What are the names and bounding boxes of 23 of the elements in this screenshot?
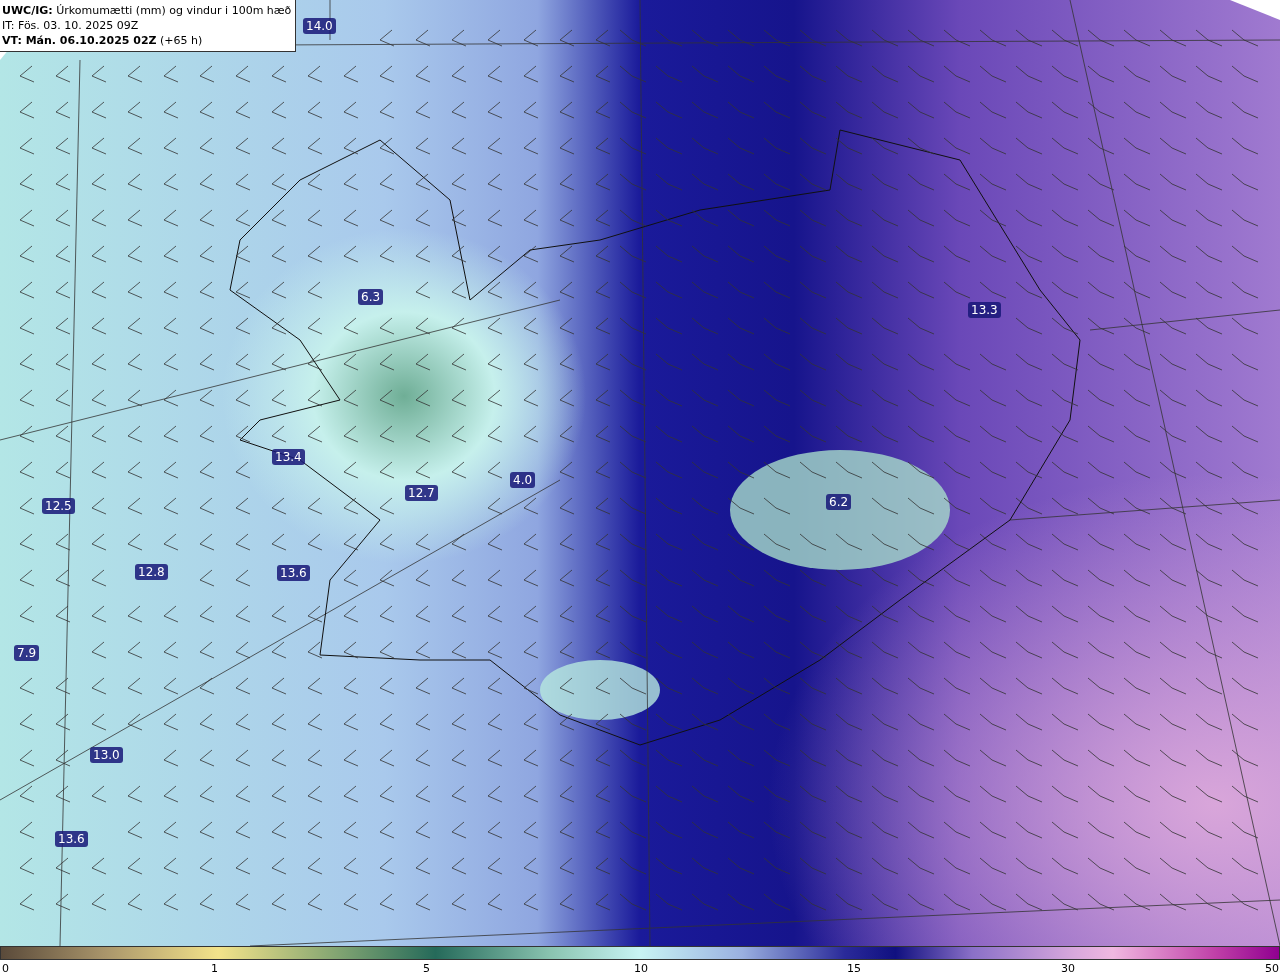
value-label: 12.7 <box>405 485 438 501</box>
scale-tick-label: 1 <box>211 962 218 975</box>
value-label: 13.0 <box>90 747 123 763</box>
scale-tick-label: 5 <box>423 962 430 975</box>
value-label: 14.0 <box>303 18 336 34</box>
value-label: 4.0 <box>510 472 536 488</box>
value-label: 12.5 <box>42 498 75 514</box>
scale-tick-label: 10 <box>634 962 648 975</box>
scale-tick-label: 50 <box>1265 962 1279 975</box>
valid-time: VT: Mán. 06.10.2025 02Z (+65 h) <box>2 33 204 48</box>
value-label: 12.8 <box>135 564 168 580</box>
value-label: 13.6 <box>55 831 88 847</box>
scale-tick-label: 0 <box>2 962 9 975</box>
value-label: 6.2 <box>826 494 852 510</box>
map-title: UWC/IG: Úrkomumætti (mm) og vindur i 100m hæð <box>2 3 292 18</box>
scale-tick-label: 15 <box>847 962 861 975</box>
value-label: 13.6 <box>277 565 310 581</box>
issue-time: IT: Fös. 03. 10. 2025 09Z <box>2 18 140 33</box>
value-label: 7.9 <box>14 645 40 661</box>
scale-tick-label: 30 <box>1061 962 1075 975</box>
value-label: 6.3 <box>358 289 384 305</box>
value-label: 13.4 <box>272 449 305 465</box>
value-label: 13.3 <box>968 302 1001 318</box>
